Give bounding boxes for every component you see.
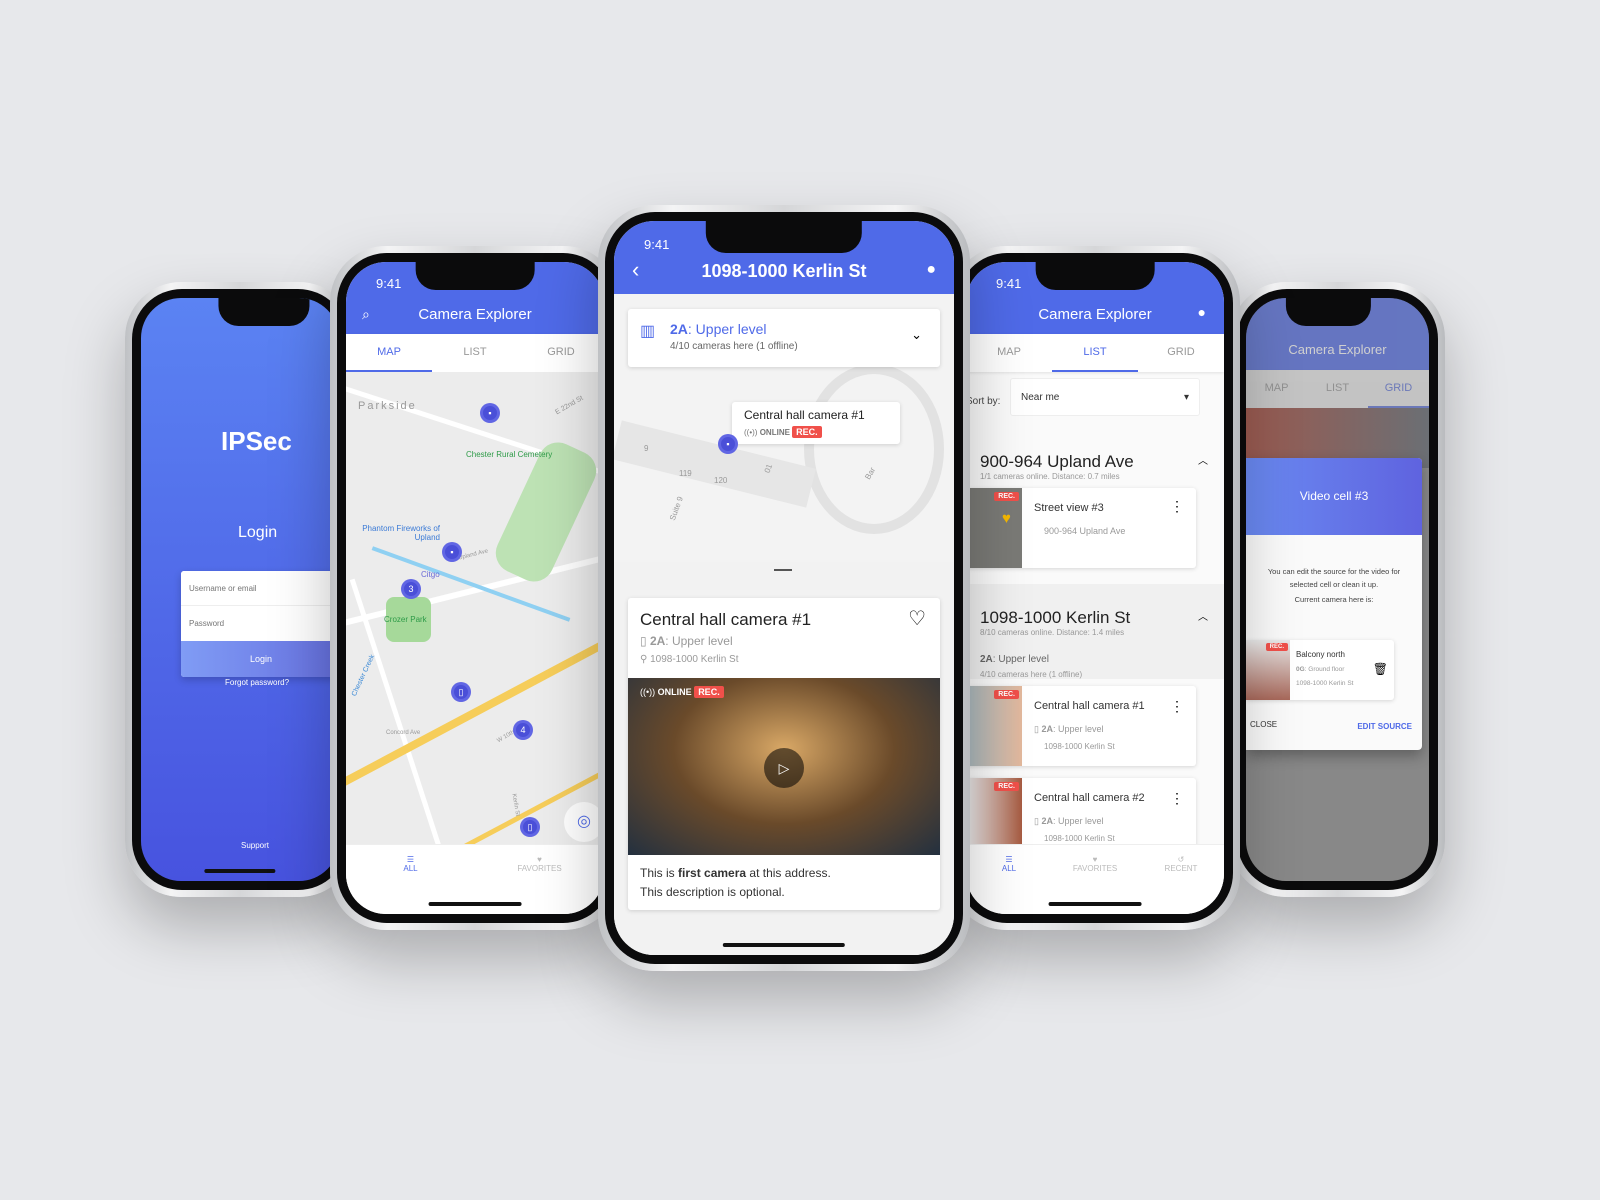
phone-login: IPSec Login Login Forgot password? Suppo…: [125, 282, 355, 897]
cluster-pin[interactable]: 3: [401, 579, 421, 599]
collapse-icon[interactable]: ︿: [1198, 608, 1208, 623]
online-icon: ((•)): [640, 687, 656, 697]
forgot-password-link[interactable]: Forgot password?: [225, 678, 289, 687]
more-icon[interactable]: ⋮: [1170, 698, 1184, 715]
cluster-pin[interactable]: 4: [513, 720, 533, 740]
group-address: 900-964 Upland Ave: [980, 452, 1134, 471]
camera-list-item[interactable]: REC. ♥ Street view #3 900-964 Upland Ave …: [966, 488, 1196, 568]
tab-list[interactable]: LIST: [1307, 370, 1368, 408]
phone-grid: Camera Explorer MAP LIST GRID Video cell #…: [1230, 282, 1445, 897]
close-button[interactable]: CLOSE: [1250, 720, 1277, 729]
tab-list[interactable]: LIST: [432, 334, 518, 372]
tab-grid[interactable]: GRID: [1138, 334, 1224, 372]
sort-select[interactable]: Near me ▾: [1010, 378, 1200, 416]
camera-pin[interactable]: ▪: [480, 403, 500, 423]
phone-list: 9:41 Camera Explorer ● MAP LIST GRID Sort …: [950, 246, 1240, 930]
video-player[interactable]: ((•)) ONLINE REC. ▷: [628, 678, 940, 855]
user-icon[interactable]: ●: [1198, 304, 1206, 320]
login-form: Login: [181, 571, 339, 677]
camera-thumbnail: REC.: [1246, 640, 1290, 700]
tab-list[interactable]: LIST: [1052, 334, 1138, 372]
camera-thumbnail: REC.: [966, 686, 1022, 766]
level-pin[interactable]: ▯: [451, 682, 471, 702]
favorite-icon[interactable]: ♡: [908, 606, 926, 631]
ipsec-logo: IPSec: [221, 426, 292, 456]
camera-description: This is first camera at this address. Thi…: [640, 866, 831, 899]
level-selector[interactable]: ▥ 2A: Upper level 4/10 cameras here (1 o…: [628, 309, 940, 367]
camera-name: Central hall camera #1: [640, 610, 812, 629]
phone-detail: 9:41 ‹ 1098-1000 Kerlin St ● 9 119 120 S…: [598, 205, 970, 971]
camera-name: Balcony north: [1296, 650, 1345, 659]
camera-popup[interactable]: Central hall camera #1 ((•)) ONLINE REC.: [732, 402, 900, 444]
support-link[interactable]: Support: [241, 841, 269, 850]
online-icon: ((•)): [744, 428, 758, 437]
nav-recent[interactable]: ↺ RECENT: [1138, 845, 1224, 914]
level-header[interactable]: 2A: Upper level: [980, 654, 1049, 665]
camera-list-item[interactable]: REC. Central hall camera #1 ▯ 2A: Upper …: [966, 686, 1196, 766]
username-input[interactable]: [181, 571, 339, 606]
play-icon[interactable]: ▷: [764, 748, 804, 788]
list-title: Camera Explorer: [1038, 306, 1152, 323]
dialog-current: Current camera here is:: [1294, 595, 1374, 604]
login-title: Login: [238, 524, 278, 541]
edit-source-button[interactable]: EDIT SOURCE: [1357, 722, 1412, 731]
password-input[interactable]: [181, 606, 339, 641]
grid-title: Camera Explorer: [1288, 342, 1387, 357]
more-icon[interactable]: ⋮: [1170, 790, 1184, 807]
camera-thumbnail: REC. ♥: [966, 488, 1022, 568]
camera-detail-card: Central hall camera #1 ♡ ▯ 2A: Upper lev…: [628, 598, 940, 910]
group-address: 1098-1000 Kerlin St: [980, 608, 1131, 627]
more-icon[interactable]: ⋮: [1170, 498, 1184, 515]
floor-plan-icon: ▥: [640, 323, 656, 340]
favorite-icon[interactable]: ♥: [1002, 510, 1011, 527]
camera-pin[interactable]: ▪: [442, 542, 462, 562]
sort-label: Sort by:: [966, 396, 1001, 407]
tab-grid[interactable]: GRID: [1368, 370, 1429, 408]
camera-level: 0G: Ground floor: [1296, 666, 1345, 673]
camera-pin[interactable]: ▪: [718, 434, 738, 454]
camera-address: 1098-1000 Kerlin St: [1296, 680, 1354, 687]
map-view[interactable]: Parkside Chester Rural Cemetery Phantom …: [346, 372, 604, 844]
current-camera-card: REC. Balcony north 0G: Ground floor 1098…: [1246, 640, 1394, 700]
phone-map: 9:41 ⌕ Camera Explorer MAP LIST GRID Parks…: [330, 246, 620, 930]
video-cell-dialog: Video cell #3 You can edit the source fo…: [1246, 458, 1422, 750]
dialog-title: Video cell #3: [1246, 458, 1422, 535]
tab-map[interactable]: MAP: [1246, 370, 1307, 408]
tab-map[interactable]: MAP: [346, 334, 432, 372]
nav-all[interactable]: ☰ ALL: [966, 845, 1052, 914]
chevron-down-icon[interactable]: ⌄: [911, 327, 922, 343]
level-pin[interactable]: ▯: [520, 817, 540, 837]
collapse-icon[interactable]: ︿: [1198, 452, 1208, 467]
map-title: Camera Explorer: [418, 306, 532, 323]
user-icon[interactable]: ●: [926, 261, 936, 279]
sheet-handle[interactable]: [774, 569, 792, 571]
login-button[interactable]: Login: [181, 641, 339, 677]
delete-icon[interactable]: 🗑: [1373, 662, 1388, 676]
dialog-text: You can edit the source for the video fo…: [1267, 567, 1401, 589]
tab-grid[interactable]: GRID: [518, 334, 604, 372]
detail-title: 1098-1000 Kerlin St: [701, 261, 867, 281]
tab-map[interactable]: MAP: [966, 334, 1052, 372]
